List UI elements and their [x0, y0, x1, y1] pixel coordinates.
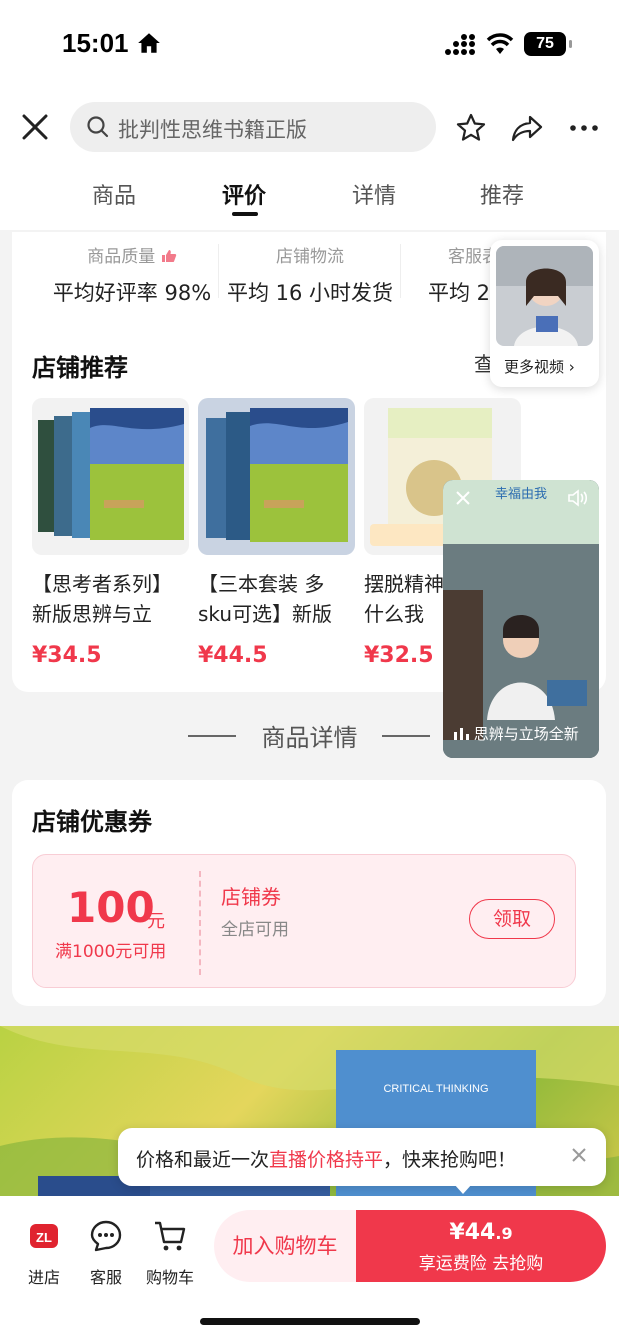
- more-options-icon[interactable]: [568, 112, 600, 144]
- product-price: ¥34.5: [32, 643, 102, 668]
- price-tip-bubble: 价格和最近一次直播价格持平，快来抢购吧！: [118, 1128, 606, 1186]
- promo-banner: CRITICAL THINKING: [0, 1026, 619, 1216]
- live-video-frame: 幸福由我: [443, 480, 599, 758]
- buy-price-main: ¥44: [449, 1220, 496, 1245]
- customer-service-button[interactable]: 客服: [76, 1218, 136, 1288]
- chat-icon: [90, 1220, 122, 1252]
- home-icon: [138, 33, 160, 53]
- more-videos-link[interactable]: 更多视频 ›: [504, 356, 575, 377]
- stat-quality-value: 平均好评率 98%: [52, 281, 212, 305]
- coupon-condition: 满1000元可用: [55, 942, 167, 962]
- tip-text-highlight: 直播价格持平: [269, 1149, 384, 1171]
- video-thumbnail: [496, 246, 593, 346]
- banner-book-title: CRITICAL THINKING: [383, 1083, 488, 1095]
- product-image: [32, 398, 189, 555]
- floating-live-video[interactable]: 幸福由我 思辨与立场全新: [443, 480, 599, 758]
- chevron-right-icon: ›: [568, 358, 575, 376]
- tab-bar: 商品 评价 详情 推荐: [0, 178, 619, 222]
- product-name: 【思考者系列】新版思辨与立场/…: [32, 572, 172, 626]
- product-image: [198, 398, 355, 555]
- cart-label: 购物车: [145, 1268, 194, 1287]
- store-logo-icon: ZL: [30, 1224, 58, 1248]
- claim-coupon-button[interactable]: 领取: [469, 899, 555, 939]
- price-tip-text: 价格和最近一次直播价格持平，快来抢购吧！: [136, 1145, 516, 1172]
- home-indicator: [200, 1318, 420, 1325]
- live-banner-text: 幸福由我: [495, 487, 547, 502]
- product-name: 【三本套装 多 sku可选】新版思…: [198, 572, 333, 626]
- divider-line: [382, 735, 430, 737]
- buy-subtext: 享运费险 去抢购: [418, 1254, 544, 1274]
- close-icon[interactable]: [18, 110, 52, 144]
- service-label: 客服: [89, 1268, 122, 1287]
- coupon-unit: 元: [147, 911, 165, 932]
- tab-details[interactable]: 详情: [334, 178, 414, 210]
- volume-icon[interactable]: [567, 488, 589, 508]
- tip-text-before: 价格和最近一次: [136, 1149, 270, 1171]
- coupon-name: 店铺券: [221, 885, 281, 909]
- coupon-amount: 100: [67, 883, 155, 932]
- search-icon: [87, 116, 109, 138]
- close-icon[interactable]: [455, 490, 471, 506]
- wifi-icon: [486, 33, 514, 54]
- banner-illustration: CRITICAL THINKING: [0, 1026, 619, 1216]
- tip-text-after: ，快来抢购吧！: [383, 1149, 517, 1171]
- cellular-signal-icon: [445, 34, 475, 55]
- buy-price-decimal: .9: [495, 1224, 513, 1243]
- coupon-separator: [199, 871, 201, 975]
- tab-reviews[interactable]: 评价: [204, 178, 284, 210]
- add-to-cart-button[interactable]: 加入购物车: [214, 1210, 356, 1282]
- stat-logistics-value: 平均 16 小时发货: [226, 281, 394, 305]
- product-card[interactable]: 【思考者系列】新版思辨与立场/… ¥34.5: [32, 398, 189, 668]
- stat-divider: [400, 244, 401, 298]
- product-card[interactable]: 【三本套装 多 sku可选】新版思… ¥44.5: [198, 398, 355, 668]
- status-time: 15:01: [62, 28, 129, 58]
- coupon-desc: 全店可用: [221, 920, 289, 940]
- active-tab-indicator: [232, 212, 258, 216]
- product-price: ¥44.5: [198, 643, 268, 668]
- shopping-cart-icon: [155, 1221, 186, 1251]
- close-icon[interactable]: [568, 1144, 590, 1166]
- buy-price: ¥44.9: [356, 1220, 606, 1245]
- search-bar[interactable]: 批判性思维书籍正版: [70, 102, 436, 152]
- book-set-illustration: [38, 408, 184, 540]
- floating-video-small[interactable]: 更多视频 ›: [490, 240, 599, 387]
- store-label: 进店: [27, 1268, 60, 1287]
- section-title: 商品详情: [261, 724, 358, 752]
- tab-recommend[interactable]: 推荐: [462, 178, 542, 210]
- share-icon[interactable]: [510, 112, 544, 144]
- battery-indicator: 75: [524, 32, 572, 56]
- store-entry-button[interactable]: ZL 进店: [14, 1218, 74, 1288]
- stat-quality-label: 商品质量: [87, 247, 156, 267]
- book-set-illustration: [206, 408, 348, 542]
- store-recommend-title: 店铺推荐: [32, 354, 128, 382]
- cart-button[interactable]: 购物车: [140, 1218, 200, 1288]
- buy-now-button[interactable]: ¥44.9 享运费险 去抢购: [356, 1210, 606, 1282]
- stat-divider: [218, 244, 219, 298]
- svg-text:ZL: ZL: [36, 1230, 52, 1245]
- search-query: 批判性思维书籍正版: [118, 118, 307, 142]
- favorite-star-icon[interactable]: [455, 112, 487, 144]
- stat-quality: 商品质量 平均好评率 98%: [42, 242, 222, 307]
- stat-logistics-label: 店铺物流: [276, 247, 344, 267]
- more-videos-label: 更多视频: [504, 358, 565, 376]
- stat-logistics: 店铺物流 平均 16 小时发货: [220, 242, 400, 307]
- coupon-card: 店铺优惠券 100 元 满1000元可用 店铺券 全店可用 领取: [12, 780, 606, 1006]
- tip-arrow: [454, 1184, 472, 1194]
- coupon-section-title: 店铺优惠券: [32, 808, 152, 836]
- store-coupon: 100 元 满1000元可用 店铺券 全店可用 领取: [32, 854, 576, 988]
- thumbs-up-icon: [161, 250, 176, 262]
- tab-product[interactable]: 商品: [74, 178, 154, 210]
- status-bar: 15:01 75: [0, 28, 619, 64]
